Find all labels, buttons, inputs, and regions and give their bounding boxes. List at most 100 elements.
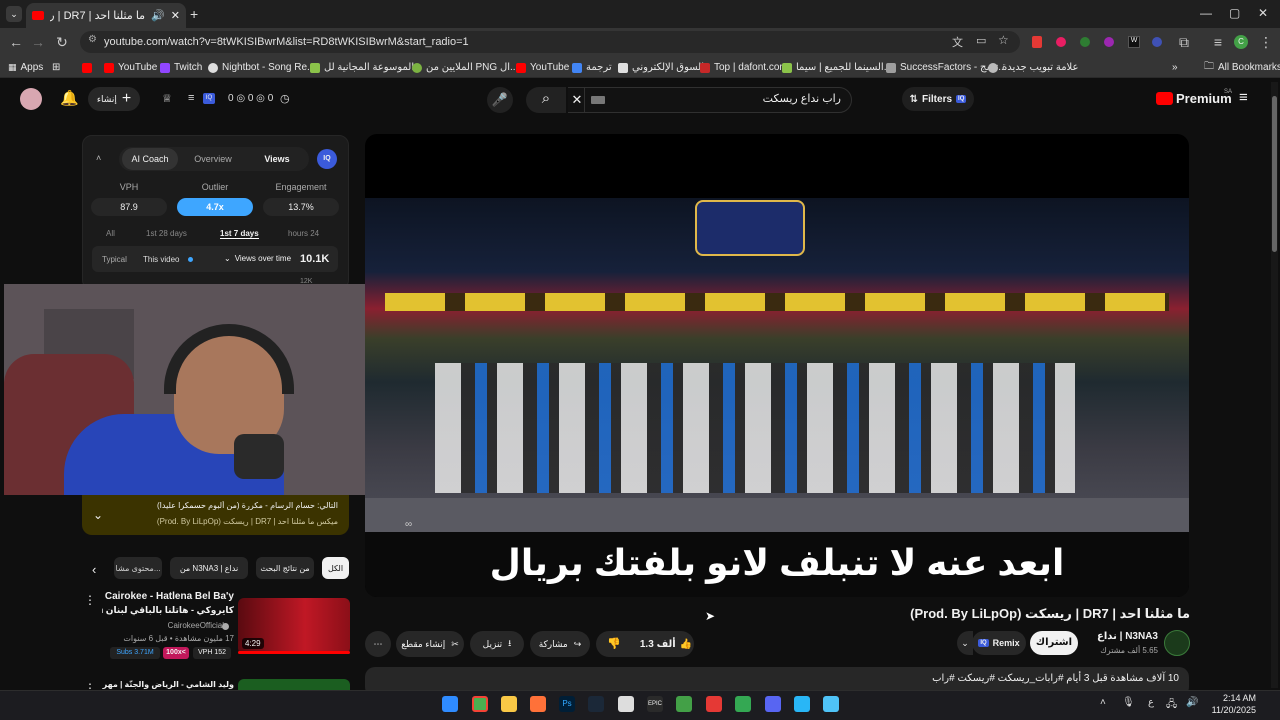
chip-from-channel[interactable]: من N3NA3 | نداع xyxy=(170,557,248,579)
queue-list-icon[interactable]: ≡ xyxy=(188,92,194,104)
volume-icon[interactable]: 🔊 xyxy=(1186,697,1198,708)
keyboard-icon[interactable] xyxy=(591,96,605,104)
range-28-days[interactable]: 1st 28 days xyxy=(146,229,187,238)
more-actions-button[interactable]: ⋯ xyxy=(365,631,391,657)
bookmark-store[interactable]: السوق الإلكتروني xyxy=(618,60,704,75)
youtube-logo-icon[interactable] xyxy=(1156,92,1173,105)
bookmark-youtube-2[interactable]: YouTube xyxy=(516,60,569,75)
bookmark-png[interactable]: الملايين من PNG ال... xyxy=(412,60,518,75)
photoshop-icon[interactable]: Ps xyxy=(559,696,575,712)
chrome-taskbar-icon[interactable] xyxy=(472,696,488,712)
clip-button[interactable]: إنشاء مقطع ✂ xyxy=(396,631,464,657)
chip-search-results[interactable]: من نتائج البحث xyxy=(256,557,314,579)
bookmark-nightbot[interactable]: Nightbot - Song Re... xyxy=(208,60,315,75)
maximize-button[interactable]: ▢ xyxy=(1229,6,1240,20)
profile-avatar[interactable]: C xyxy=(1234,35,1248,49)
collapse-chevron-icon[interactable]: ˄ xyxy=(96,153,101,163)
extension-purple-icon[interactable] xyxy=(1104,37,1114,47)
chips-prev-icon[interactable]: ‹ xyxy=(92,562,96,577)
more-options-icon[interactable]: ⋮ xyxy=(84,593,96,607)
search-input[interactable]: راب نداع ريسكت xyxy=(584,87,852,113)
cast-icon[interactable]: ▭ xyxy=(976,34,986,47)
tab-search-button[interactable]: ⌄ xyxy=(6,6,22,22)
discord-icon[interactable] xyxy=(765,696,781,712)
photos-icon[interactable] xyxy=(823,696,839,712)
tray-chevron-icon[interactable]: ˄ xyxy=(1100,697,1106,708)
account-avatar[interactable] xyxy=(20,88,42,110)
browser-tab-active[interactable]: ما مثلنا احد | DR7 | ريسكت 🔊 ✕ xyxy=(26,3,186,28)
tab-views[interactable]: Views xyxy=(248,148,306,170)
address-bar[interactable]: ⚙ youtube.com/watch?v=8tWKISIBwrM&list=R… xyxy=(80,31,1020,53)
video-player[interactable]: ∞ ابعد عنه لا تنبلف لانو بلفتك بريال xyxy=(365,134,1189,597)
remix-button[interactable]: IQ Remix xyxy=(972,631,1026,655)
clock-time[interactable]: 2:14 AM xyxy=(1208,693,1256,703)
range-24-hours[interactable]: hours 24 xyxy=(288,229,319,238)
chevron-down-icon[interactable]: ⌄ xyxy=(93,508,103,522)
hamburger-menu-icon[interactable]: ≡ xyxy=(1239,89,1248,106)
related-subtitle[interactable]: كايروكي - هاتلنا بالباقي لبنان Leban xyxy=(102,605,234,616)
notifications-bell-icon[interactable]: 🔔 xyxy=(60,89,79,107)
channel-avatar[interactable] xyxy=(1164,630,1190,656)
remix-dropdown-icon[interactable]: ⌄ xyxy=(957,631,973,655)
reload-icon[interactable]: ↻ xyxy=(54,34,70,51)
bookmark-new-tab[interactable]: علامة تبويب جديدة xyxy=(988,60,1078,75)
epic-games-icon[interactable]: EPIC xyxy=(647,696,663,712)
steam-icon[interactable] xyxy=(588,696,604,712)
minimize-button[interactable]: — xyxy=(1200,6,1212,20)
forward-icon[interactable]: → xyxy=(30,34,46,50)
microphone-tray-icon[interactable]: 🎙 xyxy=(1122,697,1135,708)
dislike-button[interactable]: 👎 xyxy=(600,632,628,656)
bookmark-dafont[interactable]: Top | dafont.com xyxy=(700,60,788,75)
bookmark-youtube[interactable]: YouTube xyxy=(104,60,157,75)
clock-date[interactable]: 11/20/2025 xyxy=(1202,705,1256,715)
notepad-icon[interactable] xyxy=(676,696,692,712)
back-icon[interactable]: ← xyxy=(8,34,24,50)
chrome-menu-icon[interactable]: ⋮ xyxy=(1258,34,1274,51)
trophy-icon[interactable]: ♕ xyxy=(162,92,172,105)
start-icon[interactable] xyxy=(442,696,458,712)
download-button[interactable]: تنزيل ⭳ xyxy=(470,631,524,657)
chip-all[interactable]: الكل xyxy=(322,557,349,579)
related-title[interactable]: Cairokee - Hatlena Bel Ba'y xyxy=(102,591,234,602)
range-7-days[interactable]: 1st 7 days xyxy=(220,229,259,239)
ccleaner-icon[interactable] xyxy=(618,696,634,712)
tab-close-icon[interactable]: ✕ xyxy=(171,9,180,22)
network-icon[interactable]: 🖧 xyxy=(1166,697,1177,714)
close-window-button[interactable]: ✕ xyxy=(1258,6,1268,20)
bookmark-encyclopedia[interactable]: الموسوعة المجانية لل... xyxy=(310,60,422,75)
firefox-icon[interactable] xyxy=(530,696,546,712)
extension-w-icon[interactable]: W xyxy=(1128,36,1140,48)
input-language[interactable]: ع xyxy=(1148,697,1154,708)
scrollbar-thumb[interactable] xyxy=(1272,96,1277,252)
vidiq-small-icon[interactable]: IQ xyxy=(203,93,215,104)
bookmark-apps[interactable]: ▦ Apps xyxy=(8,60,43,75)
like-button[interactable]: 1.3 ألف 👍 xyxy=(638,632,694,656)
bookmark-translate[interactable]: ترجمة xyxy=(572,60,612,75)
related-channel[interactable]: CairokeeOfficial xyxy=(102,621,224,630)
extensions-puzzle-icon[interactable]: ⧉ xyxy=(1176,34,1192,51)
bookmark-cinema[interactable]: السينما للجميع | سيما... xyxy=(782,60,892,75)
views-over-time-dropdown[interactable]: ⌄ Views over time xyxy=(224,254,291,263)
related-thumbnail[interactable]: 4:29 xyxy=(238,598,350,654)
subscribe-button[interactable]: اشتراك xyxy=(1030,631,1078,655)
share-button[interactable]: مشاركة ↪ xyxy=(530,631,590,657)
chip-member-content[interactable]: محتوى مشا... xyxy=(114,557,162,579)
next-related-thumbnail[interactable] xyxy=(238,679,350,690)
app-red-icon[interactable] xyxy=(706,696,722,712)
range-all[interactable]: All xyxy=(106,229,115,238)
media-queue-icon[interactable]: ≡ xyxy=(1210,34,1226,50)
site-info-icon[interactable]: ⚙ xyxy=(88,34,97,45)
app-blue-icon[interactable] xyxy=(794,696,810,712)
bookmark-star-icon[interactable]: ☆ xyxy=(998,33,1009,47)
chrome-icon[interactable] xyxy=(735,696,751,712)
extension-shield-icon[interactable] xyxy=(1032,36,1042,48)
bookmark-twitch[interactable]: Twitch xyxy=(160,60,202,75)
channel-name[interactable]: N3NA3 | نداع xyxy=(1080,631,1158,642)
translate-icon[interactable]: 文 xyxy=(952,34,963,50)
bookmark-yt-red[interactable] xyxy=(82,60,92,75)
create-button[interactable]: إنشاء + xyxy=(88,87,140,111)
all-bookmarks[interactable]: 🗀 All Bookmarks xyxy=(1204,60,1280,75)
extension-pink-icon[interactable] xyxy=(1056,37,1066,47)
next-related-title[interactable]: وليد الشامي - الرياض والجنّة | مهرجان بي… xyxy=(102,680,234,690)
voice-search-icon[interactable]: 🎤 xyxy=(487,87,513,113)
